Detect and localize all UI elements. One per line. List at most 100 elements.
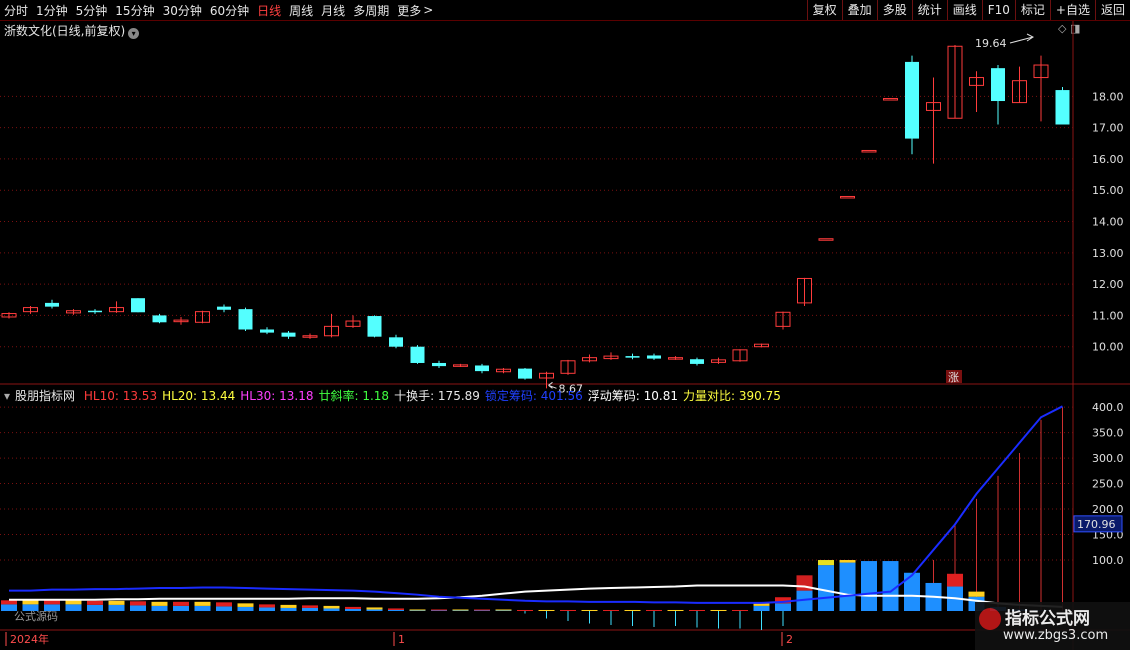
indicator-tick-label: 300.0 bbox=[1092, 452, 1124, 465]
indicator-bar-top bbox=[108, 600, 125, 605]
indicator-bar-top bbox=[689, 609, 705, 611]
indicator-bar-top bbox=[388, 608, 404, 610]
indicator-bar-blue bbox=[108, 604, 125, 611]
watermark-title: 指标公式网 bbox=[1005, 609, 1090, 629]
indicator-value-label: 浮动筹码: bbox=[587, 389, 644, 403]
indicator-bar-top bbox=[409, 609, 426, 611]
indicator-bar-top bbox=[581, 609, 598, 611]
indicator-value-number: 401.56 bbox=[540, 389, 583, 403]
indicator-bar-top bbox=[302, 605, 318, 608]
indicator-bar-top bbox=[560, 609, 576, 611]
indicator-bar-top bbox=[646, 609, 662, 611]
indicator-value: 力量对比: 390.75 bbox=[683, 389, 781, 403]
indicator-bar-blue bbox=[237, 606, 254, 611]
candle-body-down bbox=[991, 68, 1005, 102]
watermark: 指标公式网 www.zbgs3.com bbox=[975, 602, 1130, 650]
price-tick-label: 17.00 bbox=[1092, 122, 1124, 135]
indicator-bar-top bbox=[495, 609, 512, 611]
indicator-value: 浮动筹码: 10.81 bbox=[588, 389, 678, 403]
candle-body-down bbox=[131, 298, 145, 313]
candle-body-up bbox=[840, 195, 855, 199]
candle-body-down bbox=[217, 306, 231, 310]
indicator-bar-blue bbox=[818, 565, 834, 611]
indicator-value: 十换手: 175.89 bbox=[394, 389, 480, 403]
price-tick-label: 15.00 bbox=[1092, 184, 1124, 197]
indicator-tick-label: 250.0 bbox=[1092, 478, 1124, 491]
indicator-bar-top bbox=[968, 591, 985, 597]
indicator-bar-top bbox=[44, 600, 60, 605]
indicator-bar-top bbox=[431, 609, 447, 611]
high-price-label: 19.64 bbox=[975, 37, 1007, 50]
watermark-url: www.zbgs3.com bbox=[1003, 628, 1109, 643]
indicator-value: 锁定筹码: 401.56 bbox=[485, 389, 583, 403]
indicator-bar-blue bbox=[409, 610, 426, 611]
indicator-bar-top bbox=[151, 601, 168, 606]
date-year-label: 2024年 bbox=[10, 632, 49, 646]
indicator-value: HL30: 13.18 bbox=[240, 389, 313, 403]
candle-body-down bbox=[410, 346, 425, 363]
indicator-bar-blue bbox=[345, 608, 361, 611]
indicator-bar-blue bbox=[431, 610, 447, 611]
current-value-label: 170.96 bbox=[1077, 518, 1116, 531]
indicator-value-label: 锁定筹码: bbox=[484, 389, 541, 403]
indicator-bar-blue bbox=[194, 605, 211, 611]
indicator-bar-blue bbox=[882, 561, 899, 611]
watermark-logo-icon bbox=[979, 608, 1001, 630]
indicator-bar-top bbox=[1, 600, 17, 605]
indicator-bar-top bbox=[87, 600, 103, 605]
chart-canvas[interactable]: 18.00 17.00 16.00 15.00 14.00 13.00 12.00 11.00… bbox=[0, 0, 1130, 650]
indicator-bar-top bbox=[624, 609, 641, 611]
indicator-value-number: 390.75 bbox=[738, 389, 781, 403]
indicator-tick-label: 350.0 bbox=[1092, 427, 1124, 440]
candle-body-down bbox=[238, 309, 253, 330]
indicator-bar-top bbox=[280, 604, 297, 608]
indicator-bar-top bbox=[667, 609, 684, 611]
indicator-value-label: 十换手: bbox=[394, 389, 438, 403]
price-tick-label: 18.00 bbox=[1092, 90, 1124, 103]
indicator-bar-top bbox=[710, 609, 727, 611]
candle-body-down bbox=[690, 359, 704, 364]
indicator-tick-label: 200.0 bbox=[1092, 503, 1124, 516]
indicator-value-label: 力量对比: bbox=[683, 389, 739, 403]
candle-body-down bbox=[45, 302, 59, 307]
price-tick-label: 16.00 bbox=[1092, 153, 1124, 166]
indicator-bar-top bbox=[173, 601, 189, 606]
price-tick-label: 13.00 bbox=[1092, 247, 1124, 260]
indicator-bar-top bbox=[603, 609, 619, 611]
candle-body-down bbox=[367, 316, 382, 337]
indicator-bar-blue bbox=[173, 605, 189, 611]
formula-source-label[interactable]: 公式源码 bbox=[14, 608, 58, 624]
candle-body-up bbox=[883, 98, 898, 101]
indicator-value-label: HL20: bbox=[162, 389, 201, 403]
indicator-bar-top bbox=[323, 605, 340, 609]
candle-body-down bbox=[432, 362, 446, 367]
indicator-value-number: 1.18 bbox=[362, 389, 390, 403]
indicator-bar-blue bbox=[839, 562, 856, 611]
indicator-bar-top bbox=[194, 601, 211, 606]
indicator-value: HL20: 13.44 bbox=[162, 389, 235, 403]
price-tick-label: 14.00 bbox=[1092, 216, 1124, 229]
indicator-bar-top bbox=[259, 604, 275, 608]
candle-body-down bbox=[518, 368, 532, 379]
indicator-tick-label: 400.0 bbox=[1092, 401, 1124, 414]
indicator-bar-top bbox=[818, 560, 834, 566]
candle-body-down bbox=[389, 337, 403, 347]
indicator-value: HL10: 13.53 bbox=[84, 389, 157, 403]
indicator-bar-top bbox=[538, 609, 555, 611]
indicator-title: ▾ 股朋指标网 HL10: 13.53 HL20: 13.44 HL30: 13.18… bbox=[4, 387, 786, 404]
indicator-bar-top bbox=[216, 602, 232, 607]
indicator-value-number: 13.44 bbox=[200, 389, 236, 403]
indicator-bar-blue bbox=[216, 606, 232, 611]
price-tick-label: 12.00 bbox=[1092, 278, 1124, 291]
high-arrow-icon bbox=[1009, 33, 1034, 44]
price-tick-label: 10.00 bbox=[1092, 341, 1124, 354]
indicator-bar-top bbox=[22, 600, 39, 605]
indicator-bar-blue bbox=[65, 604, 82, 611]
indicator-bar-blue bbox=[474, 610, 490, 611]
indicator-bar-blue bbox=[495, 610, 512, 611]
indicator-value-number: 175.89 bbox=[437, 389, 480, 403]
candle-body-down bbox=[905, 61, 919, 139]
indicator-dropdown-icon[interactable]: ▾ bbox=[4, 389, 10, 403]
indicator-bar-blue bbox=[87, 604, 103, 611]
indicator-bar-blue bbox=[753, 605, 770, 611]
